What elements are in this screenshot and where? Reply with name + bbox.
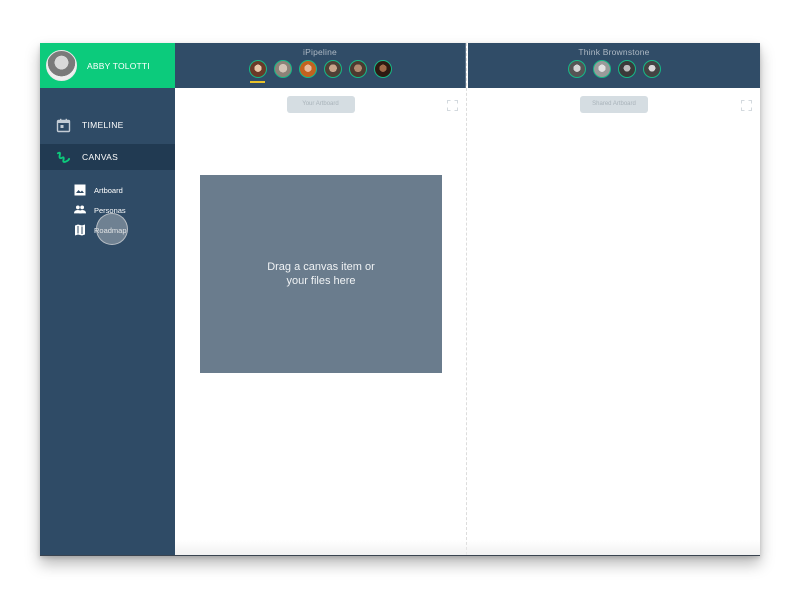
member-avatar[interactable]	[567, 60, 586, 78]
sub-item-artboard[interactable]: Artboard	[40, 180, 175, 200]
member-avatar[interactable]	[617, 60, 636, 78]
user-avatar[interactable]	[46, 50, 77, 81]
sub-item-personas[interactable]: Personas	[40, 200, 175, 220]
sidebar: ABBY TOLOTTI TIMELINE CANVAS Artboard Pe…	[40, 43, 175, 555]
nav-label-timeline: TIMELINE	[82, 120, 124, 130]
column-ipipeline: iPipeline Your Artboard Drag a canvas it…	[175, 43, 467, 555]
column-title: iPipeline	[303, 47, 337, 57]
app-window: ABBY TOLOTTI TIMELINE CANVAS Artboard Pe…	[40, 43, 760, 556]
squiggle-icon	[56, 150, 71, 165]
column-title: Think Brownstone	[578, 47, 650, 57]
bottom-fade	[175, 540, 760, 555]
expand-icon[interactable]	[741, 98, 752, 111]
member-avatar[interactable]	[323, 60, 342, 78]
people-icon	[74, 204, 86, 216]
expand-icon[interactable]	[447, 98, 458, 111]
your-artboard-button[interactable]: Your Artboard	[286, 96, 355, 113]
nav-item-canvas[interactable]: CANVAS	[40, 144, 175, 170]
column-think-brownstone: Think Brownstone Shared Artboard	[468, 43, 760, 555]
member-avatar[interactable]	[592, 60, 611, 78]
image-icon	[74, 184, 86, 196]
sub-label-artboard: Artboard	[94, 185, 123, 195]
member-avatar[interactable]	[642, 60, 661, 78]
sub-label-roadmap: Roadmap	[94, 225, 127, 235]
member-avatar[interactable]	[373, 60, 392, 78]
member-avatar[interactable]	[298, 60, 317, 78]
user-header[interactable]: ABBY TOLOTTI	[40, 43, 175, 88]
member-avatar[interactable]	[248, 60, 267, 83]
user-name: ABBY TOLOTTI	[87, 60, 150, 71]
nav-item-timeline[interactable]: TIMELINE	[40, 112, 175, 138]
member-avatar[interactable]	[348, 60, 367, 78]
drop-zone[interactable]: Drag a canvas item or your files here	[200, 175, 442, 373]
column-header: iPipeline	[175, 43, 466, 88]
drop-zone-text: Drag a canvas item or your files here	[267, 261, 375, 287]
member-avatars	[468, 60, 760, 78]
column-header: Think Brownstone	[468, 43, 760, 88]
member-avatars	[175, 60, 465, 83]
member-avatar[interactable]	[273, 60, 292, 78]
sub-label-personas: Personas	[94, 205, 126, 215]
calendar-icon	[56, 118, 71, 133]
shared-artboard-button[interactable]: Shared Artboard	[580, 96, 648, 113]
map-icon	[74, 224, 86, 236]
nav-label-canvas: CANVAS	[82, 152, 119, 162]
sub-item-roadmap[interactable]: Roadmap	[40, 220, 175, 240]
canvas-sub-list: Artboard Personas Roadmap	[40, 180, 175, 240]
